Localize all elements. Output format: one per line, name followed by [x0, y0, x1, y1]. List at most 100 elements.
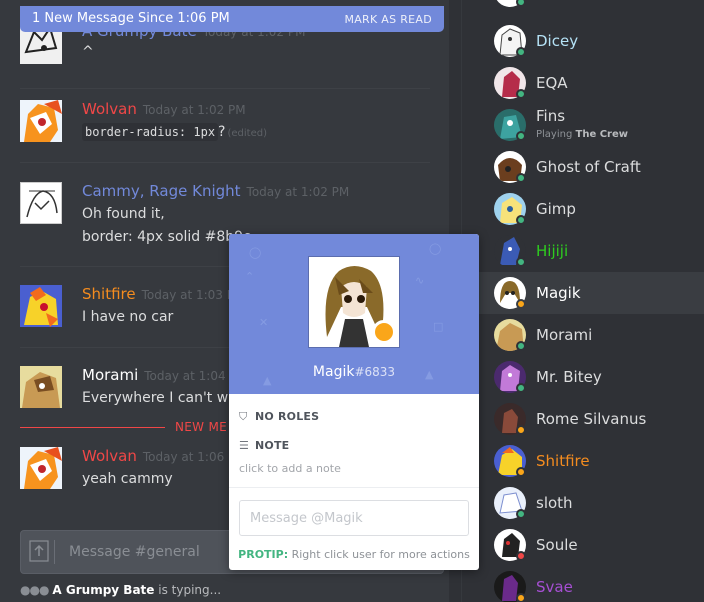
- decoration-icon: ◯: [429, 242, 442, 255]
- author-name[interactable]: Cammy, Rage Knight Today at 1:02 PM: [82, 182, 349, 200]
- note-section: ☰ NOTE: [239, 439, 289, 452]
- member-name: Hijiji: [536, 242, 569, 260]
- author-name-text[interactable]: Wolvan: [82, 447, 137, 465]
- member-item-sloth[interactable]: sloth: [466, 482, 704, 524]
- timestamp: Today at 1:02 PM: [246, 185, 350, 199]
- code-suffix: ?: [218, 124, 226, 140]
- member-name: Svae: [536, 578, 573, 596]
- member-item-fins[interactable]: Fins Playing The Crew: [466, 104, 704, 146]
- member-list: Dicey EQA Fins Playing The Crew Ghost of…: [466, 0, 704, 602]
- avatar[interactable]: [20, 285, 62, 327]
- member-item-dicey[interactable]: Dicey: [466, 20, 704, 62]
- status-online-icon: [516, 0, 526, 7]
- author-name[interactable]: Wolvan Today at 1:02 PM: [82, 100, 246, 118]
- direct-message-input[interactable]: [239, 500, 469, 536]
- status-online-icon: [516, 341, 526, 351]
- new-messages-line: [20, 427, 165, 428]
- popout-divider: [229, 487, 479, 488]
- username-text[interactable]: Magik: [313, 364, 355, 380]
- shield-icon: ⛉: [239, 410, 248, 423]
- member-item-mr-bitey[interactable]: Mr. Bitey: [466, 356, 704, 398]
- member-item-soule[interactable]: Soule: [466, 524, 704, 566]
- avatar[interactable]: [20, 182, 62, 224]
- activity-prefix: Playing: [536, 129, 573, 140]
- message-divider: [20, 88, 430, 89]
- activity-game: The Crew: [575, 129, 629, 140]
- protip-label: PROTIP:: [238, 548, 289, 561]
- member-activity: Playing The Crew: [536, 129, 628, 140]
- member-item-eqa[interactable]: EQA: [466, 62, 704, 104]
- new-messages-banner[interactable]: 1 New Message Since 1:06 PM MARK AS READ: [20, 6, 444, 32]
- status-idle-icon: [372, 320, 396, 344]
- decoration-icon: ◯: [249, 246, 262, 259]
- protip: PROTIP: Right click user for more action…: [229, 548, 479, 561]
- member-item-morami[interactable]: Morami: [466, 314, 704, 356]
- member-item-shitfire[interactable]: Shitfire: [466, 440, 704, 482]
- member-item[interactable]: [466, 0, 704, 12]
- status-idle-icon: [516, 593, 526, 602]
- author-name-text[interactable]: Cammy, Rage Knight: [82, 182, 241, 200]
- member-name: Mr. Bitey: [536, 368, 602, 386]
- status-idle-icon: [516, 425, 526, 435]
- edited-tag: (edited): [227, 128, 267, 139]
- member-item-gimp[interactable]: Gimp: [466, 188, 704, 230]
- member-name: Gimp: [536, 200, 576, 218]
- member-item-ghost-of-craft[interactable]: Ghost of Craft: [466, 146, 704, 188]
- member-item-svae[interactable]: Svae: [466, 566, 704, 602]
- status-online-icon: [516, 215, 526, 225]
- message-divider: [20, 162, 430, 163]
- message-text: Oh found it,: [82, 206, 165, 222]
- typing-text: is typing...: [158, 583, 222, 597]
- status-online-icon: [516, 131, 526, 141]
- avatar[interactable]: [20, 100, 62, 142]
- note-icon: ☰: [239, 439, 250, 452]
- author-name[interactable]: Shitfire Today at 1:03 PM: [82, 285, 244, 303]
- member-name: Morami: [536, 326, 593, 344]
- popout-username[interactable]: Magik#6833: [229, 364, 479, 380]
- author-name[interactable]: Morami Today at 1:04 PM: [82, 366, 247, 384]
- status-online-icon: [516, 509, 526, 519]
- avatar[interactable]: [20, 366, 62, 408]
- author-name-text[interactable]: Shitfire: [82, 285, 136, 303]
- member-item-magik[interactable]: Magik: [466, 272, 704, 314]
- member-name: Rome Silvanus: [536, 410, 647, 428]
- note-label: NOTE: [255, 439, 290, 452]
- status-dnd-icon: [516, 551, 526, 561]
- typing-dots-icon: ●●●: [20, 583, 49, 597]
- banner-text: 1 New Message Since 1:06 PM: [32, 11, 230, 26]
- status-online-icon: [516, 89, 526, 99]
- typing-user: A Grumpy Bate: [52, 583, 155, 597]
- note-input[interactable]: [239, 462, 469, 475]
- user-profile-popout: ◯ ◯ ⌃ ∿ ✕ □ ▲ ▲ Magik#6833 ⛉ NO ROLES ☰ NO…: [229, 234, 479, 570]
- message-text: ^: [82, 44, 94, 60]
- member-name: Ghost of Craft: [536, 158, 641, 176]
- mark-as-read-button[interactable]: MARK AS READ: [344, 13, 432, 26]
- member-item-hijiji[interactable]: Hijiji: [466, 230, 704, 272]
- discriminator: #6833: [354, 365, 396, 379]
- message-text: Everywhere I can't walk,: [82, 390, 254, 406]
- member-name: Magik: [536, 284, 581, 302]
- author-name-text[interactable]: Wolvan: [82, 100, 137, 118]
- member-name: Shitfire: [536, 452, 590, 470]
- message-text: I have no car: [82, 309, 174, 325]
- status-online-icon: [516, 47, 526, 57]
- roles-label: NO ROLES: [255, 410, 320, 423]
- member-name: EQA: [536, 74, 568, 92]
- popout-header: ◯ ◯ ⌃ ∿ ✕ □ ▲ ▲ Magik#6833: [229, 234, 479, 394]
- member-item-rome-silvanus[interactable]: Rome Silvanus: [466, 398, 704, 440]
- decoration-icon: ✕: [259, 316, 269, 329]
- status-online-icon: [516, 173, 526, 183]
- status-online-icon: [516, 257, 526, 267]
- typing-indicator: ●●● A Grumpy Bate is typing...: [20, 583, 221, 597]
- member-name: Soule: [536, 536, 578, 554]
- upload-button[interactable]: [29, 540, 55, 564]
- author-name[interactable]: Wolvan Today at 1:06 PM: [82, 447, 246, 465]
- member-name: sloth: [536, 494, 573, 512]
- decoration-icon: ∿: [415, 274, 425, 287]
- author-name-text[interactable]: Morami: [82, 366, 138, 384]
- message-text: border-radius: 1px? (edited): [82, 123, 267, 141]
- inline-code: border-radius: 1px: [82, 123, 219, 141]
- upload-arrow-icon: [29, 540, 49, 562]
- avatar[interactable]: [20, 447, 62, 489]
- timestamp: Today at 1:02 PM: [142, 103, 246, 117]
